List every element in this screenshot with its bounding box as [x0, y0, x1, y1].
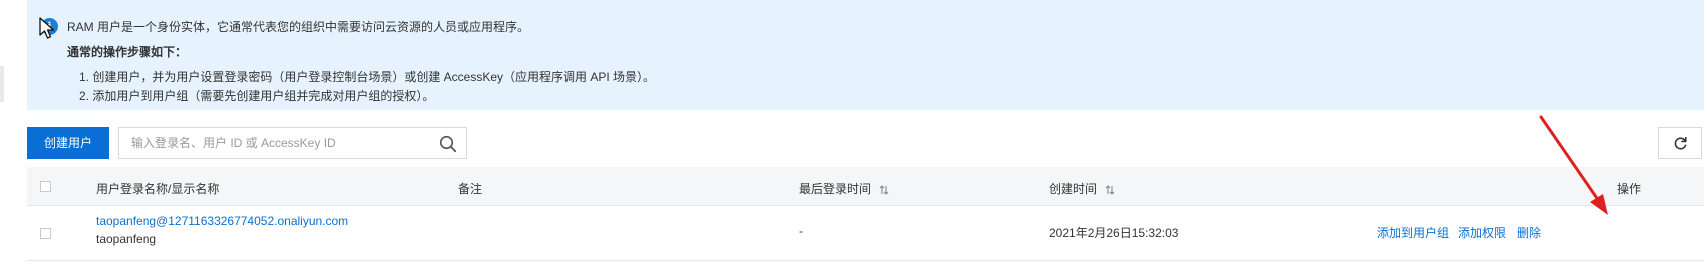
user-login-name-link[interactable]: taopanfeng@1271163326774052.onaliyun.com: [96, 214, 348, 228]
sort-icon: [879, 185, 889, 195]
delete-link[interactable]: 删除: [1517, 224, 1541, 241]
row-checkbox[interactable]: [40, 228, 51, 239]
column-header-actions: 操作: [1617, 182, 1642, 196]
page-left-edge: [0, 66, 4, 102]
add-permission-link[interactable]: 添加权限: [1458, 224, 1506, 241]
user-last-login: -: [799, 224, 803, 238]
cursor-icon: [39, 17, 55, 39]
select-all-checkbox[interactable]: [40, 181, 51, 192]
notice-step-1: 1. 创建用户，并为用户设置登录密码（用户登录控制台场景）或创建 AccessK…: [79, 70, 656, 84]
search-input[interactable]: [131, 128, 421, 158]
refresh-icon: [1674, 136, 1687, 150]
column-header-name: 用户登录名称/显示名称: [96, 182, 220, 196]
info-notice: i RAM 用户是一个身份实体，它通常代表您的组织中需要访问云资源的人员或应用程…: [27, 0, 1704, 110]
column-header-created-label: 创建时间: [1049, 182, 1098, 196]
user-created-time: 2021年2月26日15:32:03: [1049, 226, 1179, 240]
table-row: taopanfeng@1271163326774052.onaliyun.com…: [27, 206, 1704, 261]
refresh-button[interactable]: [1658, 127, 1702, 159]
red-arrow-annotation: [1539, 115, 1608, 215]
notice-description: RAM 用户是一个身份实体，它通常代表您的组织中需要访问云资源的人员或应用程序。: [67, 20, 530, 34]
sort-icon: [1105, 185, 1115, 195]
search-icon[interactable]: [439, 135, 457, 153]
column-header-created[interactable]: 创建时间: [1049, 180, 1115, 197]
create-user-button[interactable]: 创建用户: [27, 127, 109, 159]
notice-step-2: 2. 添加用户到用户组（需要先创建用户组并完成对用户组的授权）。: [79, 89, 435, 103]
column-header-last-login-label: 最后登录时间: [799, 182, 872, 196]
notice-steps-title: 通常的操作步骤如下：: [67, 45, 188, 59]
column-header-remark: 备注: [458, 182, 483, 196]
column-header-last-login[interactable]: 最后登录时间: [799, 180, 889, 197]
search-box: [118, 127, 467, 159]
table-header: 用户登录名称/显示名称 备注 最后登录时间 创建时间 操作: [27, 167, 1704, 206]
user-display-name: taopanfeng: [96, 232, 157, 246]
add-to-group-link[interactable]: 添加到用户组: [1377, 224, 1449, 241]
